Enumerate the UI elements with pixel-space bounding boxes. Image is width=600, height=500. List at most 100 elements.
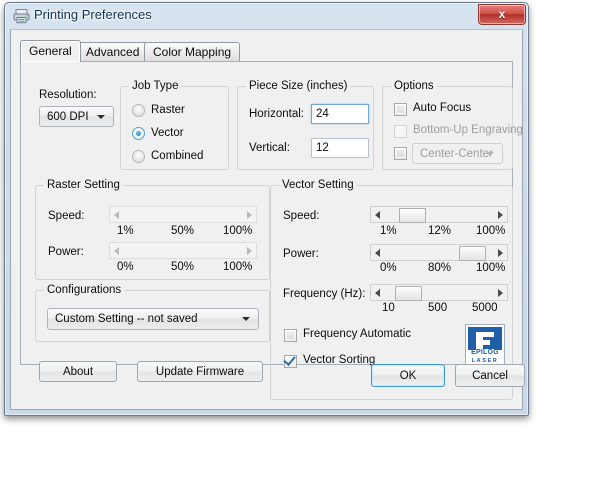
vector-speed-slider-thumb[interactable] [399, 208, 426, 223]
vector-frequency-label: Frequency (Hz): [283, 288, 366, 300]
vector-speed-slider[interactable] [370, 206, 508, 223]
radio-raster[interactable] [132, 104, 145, 117]
bottom-up-engraving-label: Bottom-Up Engraving [413, 124, 523, 136]
configurations-combobox[interactable]: Custom Setting -- not saved [47, 308, 259, 330]
arrow-right-icon[interactable] [494, 207, 507, 222]
raster-power-ticks: 0% 50% 100% [109, 261, 257, 275]
resolution-value: 600 DPI [47, 110, 89, 123]
raster-speed-tick-min: 1% [117, 225, 134, 237]
horizontal-input[interactable]: 24 [311, 104, 369, 124]
ok-button[interactable]: OK [371, 364, 445, 387]
tab-general[interactable]: General [20, 40, 81, 62]
raster-power-label: Power: [48, 246, 84, 258]
auto-focus-label: Auto Focus [413, 102, 472, 114]
configurations-group: Configurations Custom Setting -- not sav… [35, 284, 270, 342]
vector-frequency-tick-min: 10 [382, 302, 395, 314]
arrow-right-icon [243, 243, 256, 258]
radio-combined-label: Combined [151, 150, 204, 162]
printer-icon [13, 9, 30, 24]
vector-power-tick-min: 0% [380, 262, 397, 274]
options-group: Options Auto Focus Bottom-Up Engraving C… [382, 80, 523, 170]
vector-frequency-tick-max: 5000 [472, 302, 498, 314]
vertical-label: Vertical: [249, 142, 290, 154]
raster-power-tick-mid: 50% [171, 261, 195, 273]
vector-frequency-slider-thumb[interactable] [395, 286, 422, 301]
vector-speed-tick-min: 1% [380, 225, 397, 237]
resolution-label: Resolution: [39, 89, 97, 101]
vector-speed-ticks: 1% 12% 100% [370, 225, 508, 239]
raster-speed-ticks: 1% 50% 100% [109, 225, 257, 239]
vector-speed-label: Speed: [283, 210, 320, 222]
vector-frequency-tick-current: 500 [428, 302, 448, 314]
vector-setting-title: Vector Setting [279, 179, 357, 191]
logo-letter-mid [476, 340, 490, 345]
tab-color-mapping[interactable]: Color Mapping [144, 42, 241, 61]
chevron-down-icon [97, 114, 105, 119]
frequency-automatic-checkbox[interactable] [284, 329, 297, 342]
logo-letter-top [476, 332, 494, 337]
piece-size-group: Piece Size (inches) Horizontal: 24 Verti… [237, 80, 374, 170]
horizontal-label: Horizontal: [249, 108, 304, 120]
vector-sorting-checkbox[interactable] [284, 355, 297, 368]
job-type-title: Job Type [129, 80, 182, 92]
radio-vector[interactable] [132, 127, 145, 140]
vector-power-tick-max: 100% [476, 262, 506, 274]
vector-frequency-ticks: 10 500 5000 [370, 302, 508, 316]
vector-speed-tick-current: 12% [428, 225, 452, 237]
radio-combined[interactable] [132, 150, 145, 163]
raster-speed-tick-mid: 50% [171, 225, 195, 237]
center-position-combobox: Center-Center [412, 143, 503, 164]
chevron-down-icon [486, 151, 494, 156]
center-position-value: Center-Center [420, 147, 493, 160]
close-button[interactable]: x [478, 4, 526, 25]
chevron-down-icon [242, 317, 250, 321]
center-option-checkbox [394, 147, 407, 160]
update-firmware-button[interactable]: Update Firmware [137, 361, 263, 382]
vector-power-label: Power: [283, 248, 319, 260]
about-button[interactable]: About [39, 361, 117, 382]
arrow-right-icon [243, 207, 256, 222]
raster-power-tick-max: 100% [223, 261, 253, 273]
radio-raster-label: Raster [151, 104, 185, 116]
arrow-left-icon [110, 243, 123, 258]
frequency-automatic-label: Frequency Automatic [303, 328, 412, 340]
vector-power-slider-thumb[interactable] [459, 246, 486, 261]
piece-size-title: Piece Size (inches) [246, 80, 351, 92]
logo-line1: EPILOG [471, 349, 499, 356]
raster-power-tick-min: 0% [117, 261, 134, 273]
cancel-button[interactable]: Cancel [455, 364, 525, 387]
job-type-group: Job Type Raster Vector Combined [120, 80, 229, 170]
options-title: Options [391, 80, 437, 92]
resolution-combobox[interactable]: 600 DPI [39, 106, 114, 127]
raster-setting-title: Raster Setting [44, 179, 123, 191]
general-tab-page: Resolution: 600 DPI Job Type Raster Vect… [20, 61, 523, 400]
auto-focus-checkbox[interactable] [394, 103, 407, 116]
raster-speed-slider [109, 206, 257, 223]
client-area: General Advanced Color Mapping Resolutio… [10, 29, 525, 410]
vertical-input[interactable]: 12 [311, 138, 369, 158]
vector-power-slider[interactable] [370, 244, 508, 261]
vector-sorting-label: Vector Sorting [303, 354, 376, 366]
configurations-title: Configurations [44, 284, 125, 296]
arrow-left-icon [110, 207, 123, 222]
vector-frequency-slider[interactable] [370, 284, 508, 301]
tab-advanced[interactable]: Advanced [77, 42, 149, 61]
arrow-left-icon[interactable] [371, 285, 384, 300]
bottom-up-engraving-checkbox [394, 125, 407, 138]
printing-preferences-window: Printing Preferences x General Advanced … [4, 2, 529, 416]
window-title: Printing Preferences [34, 7, 152, 22]
vector-speed-tick-max: 100% [476, 225, 506, 237]
arrow-left-icon[interactable] [371, 207, 384, 222]
arrow-left-icon[interactable] [371, 245, 384, 260]
raster-speed-label: Speed: [48, 210, 85, 222]
vector-power-ticks: 0% 80% 100% [370, 262, 508, 276]
logo-square: EPILOG LASER [468, 327, 502, 365]
configurations-value: Custom Setting -- not saved [55, 313, 198, 325]
vector-power-tick-current: 80% [428, 262, 452, 274]
title-bar[interactable]: Printing Preferences x [5, 3, 528, 29]
raster-setting-group: Raster Setting Speed: 1% 50% 100% Power: [35, 179, 270, 280]
arrow-right-icon[interactable] [494, 285, 507, 300]
arrow-right-icon[interactable] [494, 245, 507, 260]
raster-speed-tick-max: 100% [223, 225, 253, 237]
raster-power-slider [109, 242, 257, 259]
